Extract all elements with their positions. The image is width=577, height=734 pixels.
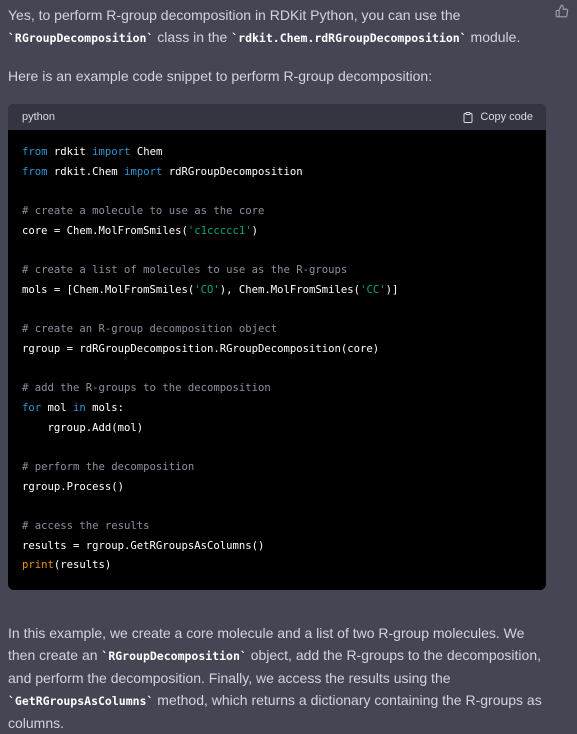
code-block: python Copy code from rdkit import Chem f… bbox=[8, 104, 546, 590]
intro-text-3: module. bbox=[466, 29, 521, 45]
code-line: mols = [Chem.MolFromSmiles('CO'), Chem.M… bbox=[22, 281, 536, 301]
code-token: core = Chem.MolFromSmiles( bbox=[22, 224, 188, 237]
code-token: rdkit.Chem bbox=[47, 165, 125, 178]
code-token: for bbox=[22, 401, 42, 414]
code-token: # create an R-group decomposition object bbox=[22, 323, 278, 336]
outro-paragraph: In this example, we create a core molecu… bbox=[8, 622, 548, 734]
code-token: rgroup.Add(mol) bbox=[22, 421, 144, 434]
code-token: from bbox=[22, 165, 48, 178]
code-token: 'CC' bbox=[360, 283, 386, 296]
code-token: ), Chem.MolFromSmiles( bbox=[219, 283, 361, 296]
code-line: for mol in mols: bbox=[22, 399, 536, 419]
code-token: # add the R-groups to the decomposition bbox=[22, 382, 271, 395]
code-line: core = Chem.MolFromSmiles('c1ccccc1') bbox=[22, 222, 536, 242]
module-name-code: `rdkit.Chem.rdRGroupDecomposition` bbox=[231, 31, 467, 45]
code-line: # create an R-group decomposition object bbox=[22, 320, 536, 340]
code-line: # create a list of molecules to use as t… bbox=[22, 261, 536, 281]
intro-text-2: class in the bbox=[153, 29, 232, 45]
code-token: mol bbox=[41, 401, 74, 414]
code-token: print bbox=[22, 559, 54, 572]
code-line: # add the R-groups to the decomposition bbox=[22, 379, 536, 399]
code-line: print(results) bbox=[22, 556, 536, 576]
code-token: )] bbox=[385, 283, 399, 296]
code-token: (results) bbox=[53, 559, 112, 572]
code-token: rdRGroupDecomposition bbox=[162, 165, 303, 178]
code-line: # access the results bbox=[22, 517, 536, 537]
code-token: # perform the decomposition bbox=[22, 461, 195, 473]
code-token: 'c1ccccc1' bbox=[187, 224, 252, 237]
code-line: rgroup.Process() bbox=[22, 478, 536, 498]
thumbs-up-icon[interactable] bbox=[555, 4, 569, 18]
code-token: import bbox=[124, 165, 163, 178]
code-token: import bbox=[92, 146, 131, 158]
code-language-label: python bbox=[22, 111, 56, 123]
copy-code-button[interactable]: Copy code bbox=[462, 111, 533, 124]
code-line: from rdkit.Chem import rdRGroupDecomposi… bbox=[22, 163, 536, 183]
intro-paragraph: Yes, to perform R-group decomposition in… bbox=[8, 4, 548, 49]
code-line: rgroup.Add(mol) bbox=[22, 419, 536, 439]
method-name-code: `GetRGroupsAsColumns` bbox=[8, 694, 154, 708]
lead-paragraph: Here is an example code snippet to perfo… bbox=[8, 68, 433, 84]
code-token: rgroup.Process() bbox=[22, 480, 125, 493]
code-token: # access the results bbox=[22, 520, 150, 533]
code-token: from bbox=[22, 146, 48, 158]
code-token: rdkit bbox=[47, 146, 93, 158]
code-token: # create a list of molecules to use as t… bbox=[22, 264, 348, 277]
code-token: Chem bbox=[130, 146, 163, 158]
object-name-code: `RGroupDecomposition` bbox=[101, 649, 247, 663]
code-block-header: python Copy code bbox=[8, 104, 546, 130]
code-line: results = rgroup.GetRGroupsAsColumns() bbox=[22, 537, 536, 557]
code-line: from rdkit import Chem bbox=[22, 143, 536, 163]
code-line: # create a molecule to use as the core bbox=[22, 202, 536, 222]
code-token: mols = [Chem.MolFromSmiles( bbox=[22, 283, 195, 296]
code-line: # perform the decomposition bbox=[22, 458, 536, 478]
code-line: rgroup = rdRGroupDecomposition.RGroupDec… bbox=[22, 340, 536, 360]
code-token: 'CO' bbox=[194, 283, 220, 296]
code-token: mols: bbox=[85, 401, 125, 414]
intro-text-1: Yes, to perform R-group decomposition in… bbox=[8, 7, 461, 23]
code-body: from rdkit import Chem from rdkit.Chem im… bbox=[22, 143, 536, 576]
code-token: rgroup = rdRGroupDecomposition.RGroupDec… bbox=[22, 342, 380, 355]
code-token: in bbox=[73, 401, 86, 414]
copy-code-label: Copy code bbox=[480, 111, 533, 123]
code-token: ) bbox=[251, 224, 258, 237]
clipboard-icon bbox=[463, 111, 473, 123]
code-token: # create a molecule to use as the core bbox=[22, 205, 265, 218]
code-token: results = rgroup.GetRGroupsAsColumns() bbox=[22, 539, 265, 552]
class-name-code: `RGroupDecomposition` bbox=[8, 31, 154, 45]
